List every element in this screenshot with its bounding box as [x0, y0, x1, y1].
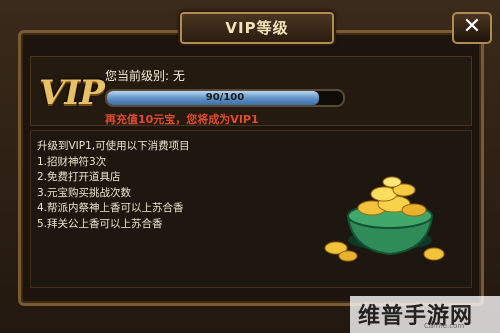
vip-logo: VIP — [39, 73, 105, 113]
recharge-hint: 再充值10元宝，您将成为VIP1 — [105, 113, 259, 126]
title-bar: VIP等级 — [30, 8, 470, 44]
benefit-item: 5.拜关公上香可以上苏合香 — [37, 217, 163, 230]
vip-progress-text: 90/100 — [205, 92, 245, 103]
benefit-item: 2.免费打开道具店 — [37, 171, 121, 183]
vip-progress-bar: 90/100 — [105, 89, 345, 107]
watermark-subtext: Carme.com — [424, 322, 465, 330]
benefits-list: 升级到VIP1,可使用以下消费项目 1.招财神符3次 2.免费打开道具店 3.元… — [37, 139, 190, 232]
treasure-bowl-illustration — [322, 170, 448, 270]
benefits-intro: 升级到VIP1,可使用以下消费项目 — [37, 140, 190, 152]
watermark: 维普手游网 Carme.com — [350, 296, 500, 333]
title-plate: VIP等级 — [180, 12, 334, 44]
benefit-item: 3.元宝购买挑战次数 — [37, 186, 132, 199]
current-level-label: 您当前级别: 无 — [105, 69, 185, 83]
close-button[interactable]: ✕ — [452, 12, 492, 44]
benefit-item: 4.帮派内祭神上香可以上苏合香 — [37, 202, 184, 214]
gold-ingot-bowl-icon — [324, 176, 445, 262]
vip-status-panel: VIP 您当前级别: 无 90/100 再充值10元宝，您将成为VIP1 — [30, 56, 472, 126]
dialog-title: VIP等级 — [225, 19, 289, 37]
close-icon: ✕ — [462, 14, 482, 39]
benefit-item: 1.招财神符3次 — [37, 155, 107, 168]
